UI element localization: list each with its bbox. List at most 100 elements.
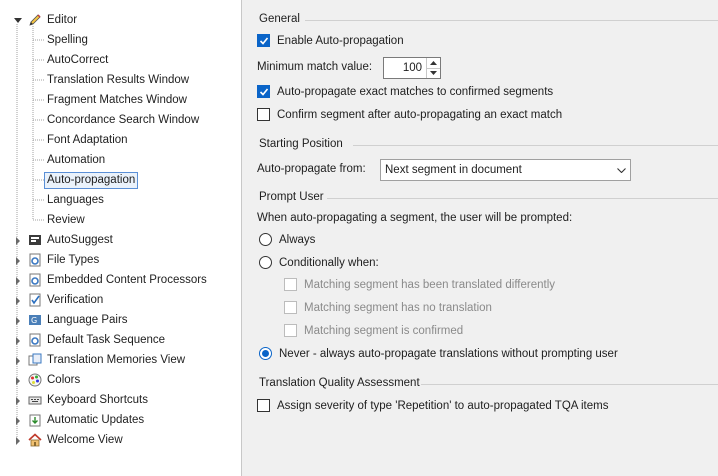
tree-item-label: Translation Memories View xyxy=(47,353,186,366)
checkbox-box[interactable] xyxy=(284,324,297,337)
tree-item-label: AutoCorrect xyxy=(47,53,109,66)
cond-confirmed-checkbox[interactable]: Matching segment is confirmed xyxy=(284,324,463,337)
tree-item-review[interactable]: Review xyxy=(0,210,240,230)
tree-item-label: Embedded Content Processors xyxy=(47,273,207,286)
tree-item-concordance-search-window[interactable]: Concordance Search Window xyxy=(0,110,240,130)
colors-icon xyxy=(28,373,42,387)
prompt-intro-text: When auto-propagating a segment, the use… xyxy=(257,212,573,224)
tree-item-default-task-sequence[interactable]: Default Task Sequence xyxy=(0,330,240,350)
always-radio[interactable]: Always xyxy=(259,233,315,246)
min-match-stepper[interactable]: 100 xyxy=(383,57,441,79)
tree-item-automatic-updates[interactable]: Automatic Updates xyxy=(0,410,240,430)
section-divider xyxy=(327,198,718,199)
tree-item-translation-results-window[interactable]: Translation Results Window xyxy=(0,70,240,90)
tree-item-colors[interactable]: Colors xyxy=(0,370,240,390)
tree-item-verification[interactable]: Verification xyxy=(0,290,240,310)
enable-auto-propagation-checkbox[interactable]: Enable Auto-propagation xyxy=(257,34,404,47)
tree-item-translation-memories-view[interactable]: Translation Memories View xyxy=(0,350,240,370)
expand-icon[interactable] xyxy=(13,316,22,325)
tree-item-language-pairs[interactable]: G Language Pairs xyxy=(0,310,240,330)
radio-circle[interactable] xyxy=(259,347,272,360)
exact-matches-confirmed-checkbox[interactable]: Auto-propagate exact matches to confirme… xyxy=(257,85,553,98)
conditionally-radio[interactable]: Conditionally when: xyxy=(259,256,379,269)
auto-propagate-from-select[interactable]: Next segment in document xyxy=(380,159,631,181)
tree-item-editor[interactable]: Editor xyxy=(0,10,240,30)
tree-item-auto-propagation[interactable]: Auto-propagation xyxy=(0,170,240,190)
section-title-tqa: Translation Quality Assessment xyxy=(259,377,420,389)
tree-item-label: Welcome View xyxy=(47,433,123,446)
checkbox-box[interactable] xyxy=(257,399,270,412)
checkbox-label: Matching segment is confirmed xyxy=(304,324,464,337)
checkbox-label: Assign severity of type 'Repetition' to … xyxy=(277,399,609,412)
increment-button[interactable] xyxy=(427,58,440,68)
section-divider xyxy=(353,145,718,146)
tree-item-autocorrect[interactable]: AutoCorrect xyxy=(0,50,240,70)
tree-item-spelling[interactable]: Spelling xyxy=(0,30,240,50)
tree-item-welcome-view[interactable]: Welcome View xyxy=(0,430,240,450)
tree-item-label: Languages xyxy=(47,193,104,206)
radio-circle[interactable] xyxy=(259,233,272,246)
checkbox-label: Matching segment has been translated dif… xyxy=(304,278,556,291)
keyboard-icon xyxy=(28,393,42,407)
expand-icon[interactable] xyxy=(13,336,22,345)
tree-item-automation[interactable]: Automation xyxy=(0,150,240,170)
section-divider xyxy=(305,20,718,21)
checkbox-box[interactable] xyxy=(284,278,297,291)
tree-item-label: AutoSuggest xyxy=(47,233,113,246)
checkbox-box[interactable] xyxy=(257,34,270,47)
tree-item-label: Automation xyxy=(47,153,106,166)
section-title-general: General xyxy=(259,13,300,25)
expand-icon[interactable] xyxy=(13,276,22,285)
tree-item-fragment-matches-window[interactable]: Fragment Matches Window xyxy=(0,90,240,110)
checkbox-box[interactable] xyxy=(257,108,270,121)
tree-item-label: Translation Results Window xyxy=(47,73,190,86)
checkbox-box[interactable] xyxy=(257,85,270,98)
radio-label: Conditionally when: xyxy=(279,256,379,269)
tree-item-languages[interactable]: Languages xyxy=(0,190,240,210)
tree-item-label: File Types xyxy=(47,253,100,266)
options-tree: Editor Spelling AutoCorrect Translation … xyxy=(0,0,242,476)
decrement-button[interactable] xyxy=(427,67,440,79)
cond-translated-differently-checkbox[interactable]: Matching segment has been translated dif… xyxy=(284,278,555,291)
tree-item-label: Language Pairs xyxy=(47,313,128,326)
tree-item-embedded-content-processors[interactable]: Embedded Content Processors xyxy=(0,270,240,290)
expand-icon[interactable] xyxy=(13,236,22,245)
cond-no-translation-checkbox[interactable]: Matching segment has no translation xyxy=(284,301,492,314)
expand-icon[interactable] xyxy=(13,376,22,385)
chevron-down-icon[interactable] xyxy=(612,167,630,173)
updates-icon xyxy=(28,413,42,427)
tree-item-font-adaptation[interactable]: Font Adaptation xyxy=(0,130,240,150)
radio-circle[interactable] xyxy=(259,256,272,269)
expand-icon[interactable] xyxy=(13,296,22,305)
collapse-icon[interactable] xyxy=(13,16,22,25)
check-icon xyxy=(259,87,268,96)
tree-item-file-types[interactable]: File Types xyxy=(0,250,240,270)
radio-label: Never - always auto-propagate translatio… xyxy=(279,347,618,360)
tqa-repetition-checkbox[interactable]: Assign severity of type 'Repetition' to … xyxy=(257,399,608,412)
tree-item-label: Verification xyxy=(47,293,104,306)
checkbox-label: Auto-propagate exact matches to confirme… xyxy=(277,85,554,98)
checkbox-label: Confirm segment after auto-propagating a… xyxy=(277,108,563,121)
tree-item-label: Auto-propagation xyxy=(44,171,139,189)
min-match-value[interactable]: 100 xyxy=(384,58,426,78)
tree-item-label: Spelling xyxy=(47,33,88,46)
expand-icon[interactable] xyxy=(13,436,22,445)
expand-icon[interactable] xyxy=(13,356,22,365)
auto-propagate-from-label: Auto-propagate from: xyxy=(257,163,366,175)
autosuggest-icon xyxy=(28,233,42,247)
tree-item-autosuggest[interactable]: AutoSuggest xyxy=(0,230,240,250)
never-radio[interactable]: Never - always auto-propagate translatio… xyxy=(259,347,618,360)
tree-item-label: Colors xyxy=(47,373,81,386)
confirm-segment-checkbox[interactable]: Confirm segment after auto-propagating a… xyxy=(257,108,562,121)
tree-item-label: Editor xyxy=(47,13,78,26)
expand-icon[interactable] xyxy=(13,256,22,265)
chevron-down-icon xyxy=(430,71,437,76)
check-icon xyxy=(259,36,268,45)
expand-icon[interactable] xyxy=(13,396,22,405)
tree-item-label: Concordance Search Window xyxy=(47,113,200,126)
checkbox-box[interactable] xyxy=(284,301,297,314)
tree-item-keyboard-shortcuts[interactable]: Keyboard Shortcuts xyxy=(0,390,240,410)
section-divider xyxy=(421,384,718,385)
tree-item-label: Automatic Updates xyxy=(47,413,145,426)
expand-icon[interactable] xyxy=(13,416,22,425)
